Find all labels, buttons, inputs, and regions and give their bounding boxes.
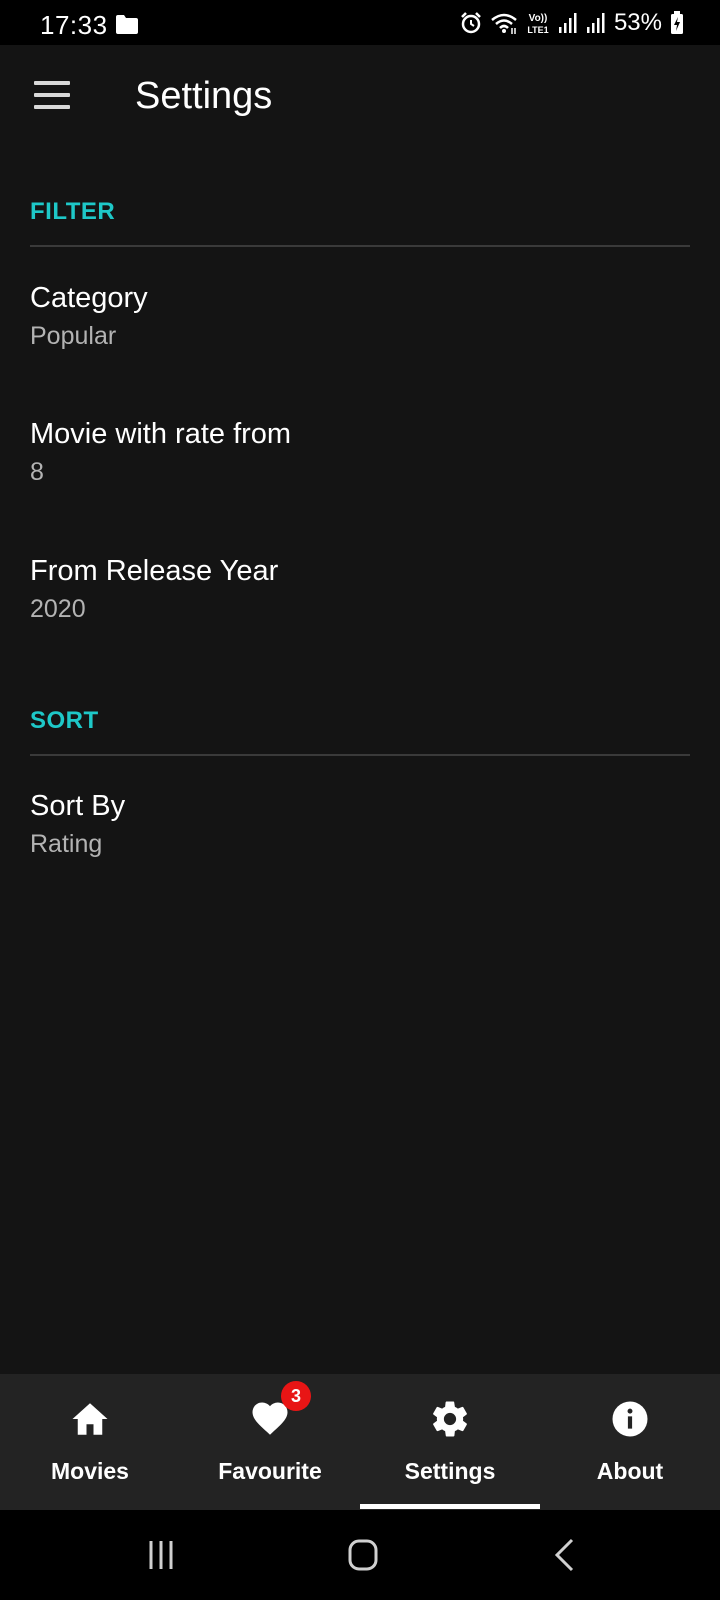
tab-about[interactable]: About bbox=[540, 1374, 720, 1510]
pref-title: From Release Year bbox=[30, 555, 279, 587]
home-circle-icon[interactable] bbox=[333, 1535, 393, 1575]
pref-title: Category bbox=[30, 282, 148, 314]
info-icon bbox=[612, 1401, 648, 1437]
tab-settings[interactable]: Settings bbox=[360, 1374, 540, 1510]
signal-icon bbox=[558, 13, 577, 33]
divider bbox=[30, 754, 690, 756]
status-icons: Vo)) LTE1 53% bbox=[460, 9, 684, 37]
battery-charging-icon bbox=[671, 11, 683, 34]
app-bar: Settings bbox=[0, 45, 720, 155]
status-time: 17:33 bbox=[40, 10, 108, 40]
svg-text:LTE1: LTE1 bbox=[527, 25, 548, 35]
pref-value: 2020 bbox=[30, 595, 86, 623]
favourite-count-badge: 3 bbox=[281, 1381, 311, 1411]
status-bar: 17:33 Vo)) LTE1 53% bbox=[0, 0, 720, 45]
signal-icon bbox=[586, 13, 605, 33]
settings-screen: 17:33 Vo)) LTE1 53% Settings FILTER Cate… bbox=[0, 0, 720, 1600]
section-header-filter: FILTER bbox=[30, 198, 116, 225]
wifi-icon bbox=[491, 13, 517, 34]
tab-movies[interactable]: Movies bbox=[0, 1374, 180, 1510]
tab-favourite[interactable]: Favourite bbox=[180, 1374, 360, 1510]
network-label: Vo)) bbox=[529, 13, 548, 24]
pref-title: Movie with rate from bbox=[30, 418, 292, 450]
selected-tab-indicator bbox=[360, 1504, 540, 1509]
tab-label: About bbox=[596, 1458, 664, 1484]
pref-sort-by[interactable]: Sort By Rating bbox=[0, 790, 720, 920]
system-navigation-bar bbox=[0, 1510, 720, 1600]
pref-value: 8 bbox=[30, 458, 44, 486]
pref-value: Popular bbox=[30, 322, 117, 350]
pref-movie-rate[interactable]: Movie with rate from 8 bbox=[0, 418, 720, 548]
pref-release-year[interactable]: From Release Year 2020 bbox=[0, 555, 720, 685]
back-icon[interactable] bbox=[535, 1535, 595, 1575]
bottom-navigation: Movies Favourite Settings About bbox=[0, 1374, 720, 1510]
pref-title: Sort By bbox=[30, 790, 126, 822]
gear-icon bbox=[433, 1401, 467, 1437]
section-header-sort: SORT bbox=[30, 707, 99, 734]
alarm-icon bbox=[461, 12, 481, 34]
home-icon bbox=[72, 1403, 108, 1435]
tab-label: Favourite bbox=[218, 1458, 322, 1484]
pref-value: Rating bbox=[30, 830, 103, 858]
volte-icon: Vo)) LTE1 bbox=[527, 13, 548, 35]
divider bbox=[30, 245, 690, 247]
tab-label: Settings bbox=[404, 1458, 496, 1484]
recent-apps-icon[interactable] bbox=[131, 1535, 191, 1575]
battery-percentage: 53% bbox=[613, 9, 662, 36]
tab-label: Movies bbox=[51, 1458, 129, 1484]
page-title: Settings bbox=[135, 75, 273, 117]
menu-button[interactable] bbox=[24, 71, 80, 119]
folder-icon bbox=[116, 15, 138, 34]
pref-category[interactable]: Category Popular bbox=[0, 282, 720, 412]
menu-icon bbox=[34, 81, 70, 85]
